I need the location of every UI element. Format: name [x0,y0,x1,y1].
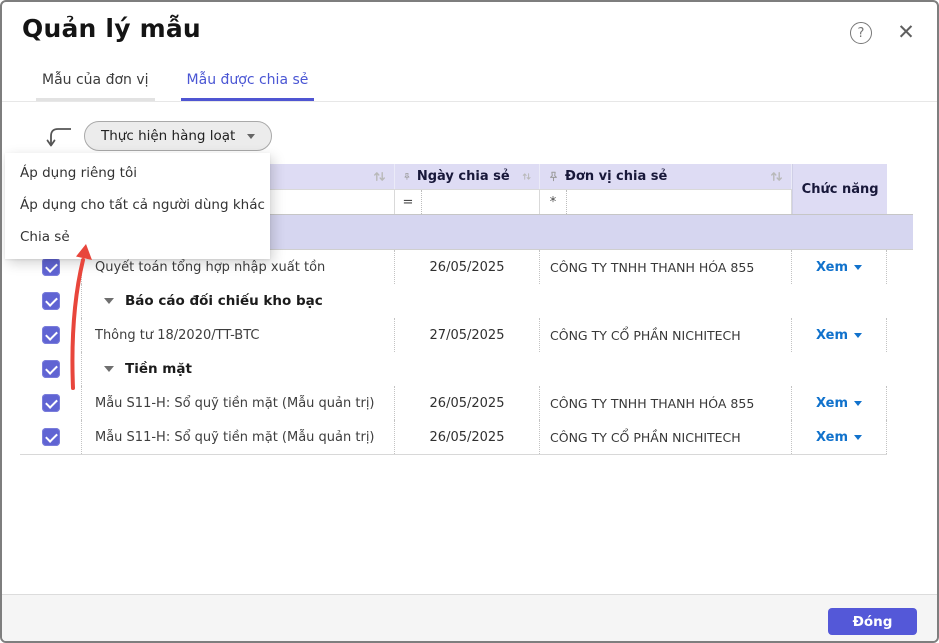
filter-share-unit: * [540,190,792,214]
pin-icon[interactable] [548,171,559,182]
header-share-date-label: Ngày chia sẻ [416,169,510,184]
template-name: Quyết toán tổng hợp nhập xuất tồn [95,259,326,275]
share-date: 26/05/2025 [429,395,505,411]
collapse-triangle-icon[interactable] [104,298,114,304]
bulk-action-button[interactable]: Thực hiện hàng loạt [84,121,273,151]
tab-mau-cua-don-vi[interactable]: Mẫu của đơn vị [36,72,155,101]
share-date: 26/05/2025 [429,259,505,275]
pin-icon[interactable] [403,171,411,182]
row-checkbox[interactable] [41,258,60,276]
header-gutter [887,164,913,214]
share-date: 26/05/2025 [429,429,505,445]
share-unit: CÔNG TY CỔ PHẦN NICHITECH [550,327,741,343]
share-unit: CÔNG TY CỔ PHẦN NICHITECH [550,429,741,445]
help-button[interactable] [850,22,872,44]
chevron-down-icon [854,434,863,440]
row-checkbox[interactable] [41,394,60,412]
table-row: Mẫu S11-H: Sổ quỹ tiền mặt (Mẫu quản trị… [20,386,913,421]
sort-icon[interactable] [770,170,783,183]
chevron-down-icon [247,133,256,139]
sort-icon[interactable] [373,170,386,183]
view-action-button[interactable]: Xem [816,260,863,275]
unit-filter-operator[interactable]: * [540,190,567,214]
curve-down-left-arrow-icon [46,128,71,147]
header-actions: Chức năng [792,164,888,214]
menu-item-share[interactable]: Chia sẻ [5,221,270,253]
menu-item-apply-all-users[interactable]: Áp dụng cho tất cả người dùng khác [5,189,270,221]
table-row: Mẫu S11-H: Sổ quỹ tiền mặt (Mẫu quản trị… [20,420,913,455]
sort-icon[interactable] [522,170,531,183]
dialog-close-button[interactable] [893,19,919,45]
group-name: Tiền mặt [125,361,192,377]
view-action-button[interactable]: Xem [816,328,863,343]
page-title: Quản lý mẫu [22,14,201,43]
header-share-date[interactable]: Ngày chia sẻ [395,164,540,189]
tab-mau-duoc-chia-se[interactable]: Mẫu được chia sẻ [180,72,315,101]
menu-item-apply-self[interactable]: Áp dụng riêng tôi [5,157,270,189]
row-checkbox[interactable] [41,428,60,446]
filter-share-date: = [395,190,540,214]
template-name: Mẫu S11-H: Sổ quỹ tiền mặt (Mẫu quản trị… [95,429,375,445]
close-dialog-button[interactable]: Đóng [828,608,917,635]
group-row: Tiền mặt [20,352,913,387]
template-name: Mẫu S11-H: Sổ quỹ tiền mặt (Mẫu quản trị… [95,395,375,411]
header-share-unit-label: Đơn vị chia sẻ [565,169,668,184]
date-filter-operator[interactable]: = [395,190,422,214]
tab-bar: Mẫu của đơn vị Mẫu được chia sẻ [2,68,937,102]
header-share-unit[interactable]: Đơn vị chia sẻ [540,164,792,189]
row-checkbox[interactable] [41,360,60,378]
table-row: Thông tư 18/2020/TT-BTC 27/05/2025 CÔNG … [20,318,913,353]
share-unit-filter-input[interactable] [567,190,791,214]
share-date: 27/05/2025 [429,327,505,343]
share-unit: CÔNG TY TNHH THANH HÓA 855 [550,395,755,411]
group-header[interactable]: Tiền mặt [82,352,913,386]
view-action-button[interactable]: Xem [816,430,863,445]
template-name: Thông tư 18/2020/TT-BTC [95,327,260,343]
template-manager-dialog: Quản lý mẫu Mẫu của đơn vị Mẫu được chia… [0,0,939,643]
bulk-action-menu: Áp dụng riêng tôi Áp dụng cho tất cả ngư… [5,153,270,259]
chevron-down-icon [854,332,863,338]
group-header[interactable]: Báo cáo đối chiếu kho bạc [82,284,913,318]
group-name: Báo cáo đối chiếu kho bạc [125,293,323,309]
share-date-filter-input[interactable] [422,190,539,214]
row-checkbox[interactable] [41,292,60,310]
chevron-down-icon [854,264,863,270]
chevron-down-icon [854,400,863,406]
bulk-action-label: Thực hiện hàng loạt [101,128,236,144]
dialog-footer: Đóng [2,594,937,641]
view-action-button[interactable]: Xem [816,396,863,411]
row-checkbox[interactable] [41,326,60,344]
group-row: Báo cáo đối chiếu kho bạc [20,284,913,319]
collapse-triangle-icon[interactable] [104,366,114,372]
share-unit: CÔNG TY TNHH THANH HÓA 855 [550,259,755,275]
